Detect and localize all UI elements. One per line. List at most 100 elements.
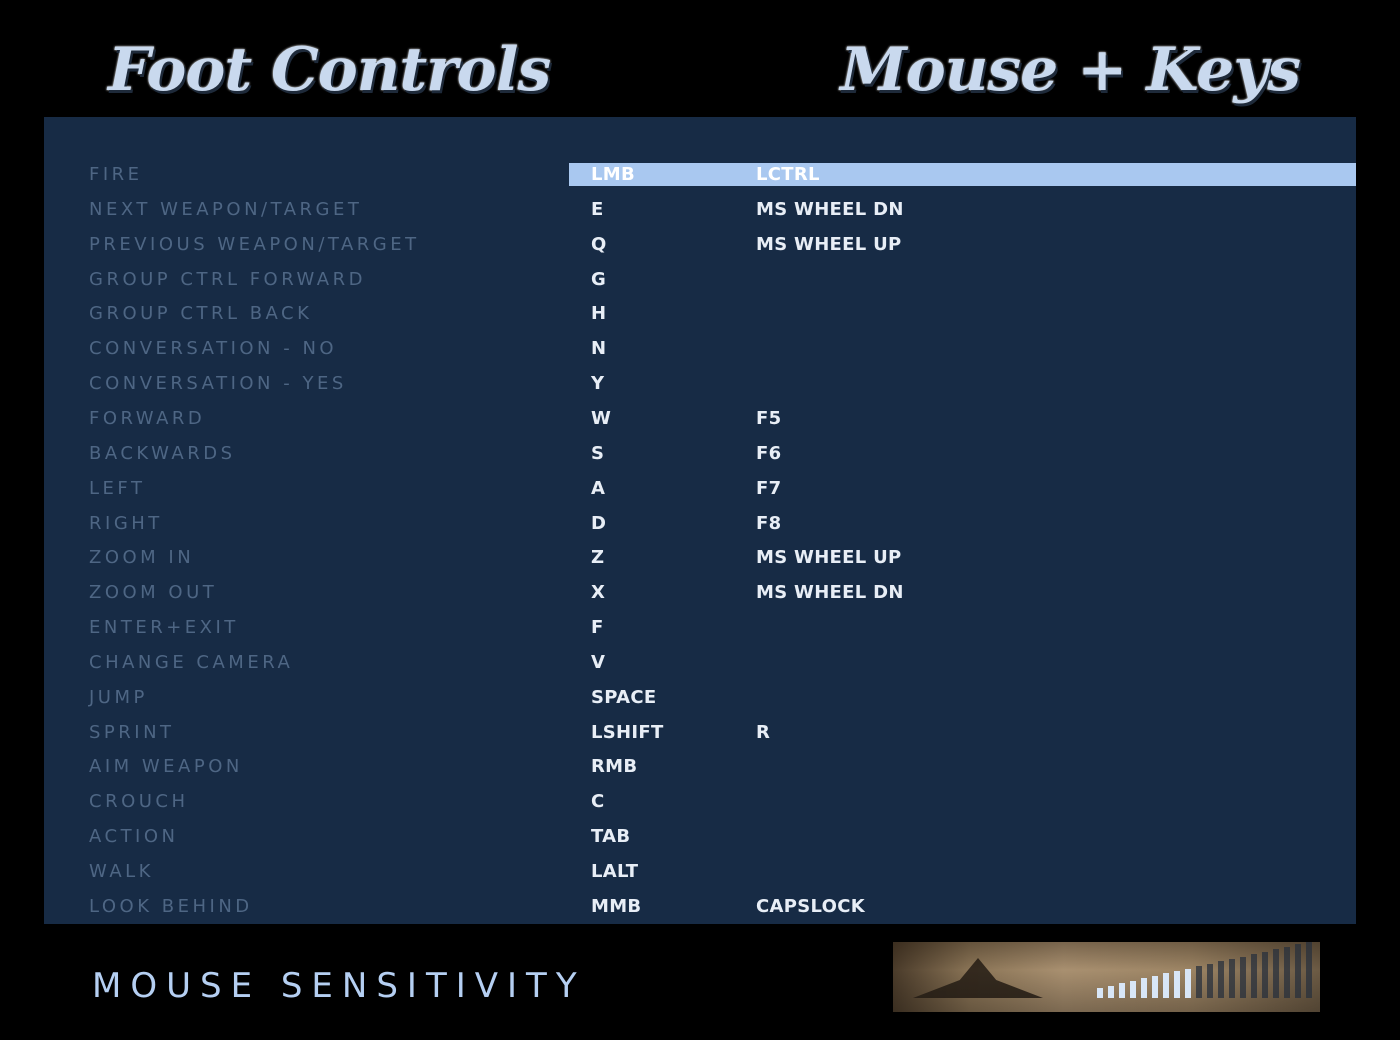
secondary-key-binding[interactable]: MS WHEEL UP (756, 227, 902, 262)
control-row[interactable]: ENTER+EXIT F (0, 610, 1356, 645)
control-action-label: AIM WEAPON (89, 756, 243, 778)
primary-key-binding[interactable]: E (591, 192, 604, 227)
control-action-label: FORWARD (89, 407, 206, 429)
primary-key-binding[interactable]: TAB (591, 819, 630, 854)
secondary-key-binding[interactable]: F5 (756, 401, 781, 436)
control-action-label: JUMP (89, 686, 148, 708)
control-action-label: NEXT WEAPON/TARGET (89, 198, 363, 220)
control-row[interactable]: FORWARD W F5 (0, 401, 1356, 436)
primary-key-binding[interactable]: Y (591, 366, 604, 401)
control-action-label: BACKWARDS (89, 442, 236, 464)
sensitivity-bar-empty (1295, 944, 1301, 998)
control-row[interactable]: LEFT A F7 (0, 471, 1356, 506)
primary-key-binding[interactable]: LMB (591, 157, 635, 192)
sensitivity-bar-filled (1174, 971, 1180, 998)
control-row[interactable]: WALK LALT (0, 854, 1356, 889)
control-row[interactable]: CONVERSATION - YES Y (0, 366, 1356, 401)
control-row[interactable]: AIM WEAPON RMB (0, 749, 1356, 784)
control-row[interactable]: ACTION TAB (0, 819, 1356, 854)
control-action-label: CROUCH (89, 791, 189, 813)
primary-key-binding[interactable]: G (591, 262, 606, 297)
primary-key-binding[interactable]: Z (591, 540, 604, 575)
secondary-key-binding[interactable]: CAPSLOCK (756, 889, 865, 924)
control-row[interactable]: FIRE LMB LCTRL (0, 157, 1356, 192)
sensitivity-bar-empty (1262, 951, 1268, 998)
primary-key-binding[interactable]: A (591, 471, 605, 506)
control-row[interactable]: CHANGE CAMERA V (0, 645, 1356, 680)
control-action-label: ENTER+EXIT (89, 617, 239, 639)
secondary-key-binding[interactable]: MS WHEEL UP (756, 540, 902, 575)
control-row[interactable]: LOOK BEHIND MMB CAPSLOCK (0, 889, 1356, 924)
control-row[interactable]: CROUCH C (0, 784, 1356, 819)
control-row[interactable]: CONVERSATION - NO N (0, 331, 1356, 366)
sensitivity-bar-empty (1207, 963, 1213, 998)
primary-key-binding[interactable]: MMB (591, 889, 641, 924)
primary-key-binding[interactable]: RMB (591, 749, 637, 784)
primary-key-binding[interactable]: S (591, 436, 604, 471)
secondary-key-binding[interactable]: R (756, 715, 770, 750)
sensitivity-bar-filled (1152, 975, 1158, 998)
mouse-sensitivity-label: MOUSE SENSITIVITY (92, 966, 586, 1006)
primary-key-binding[interactable]: H (591, 296, 606, 331)
sensitivity-bar-empty (1273, 949, 1279, 998)
control-action-label: GROUP CTRL BACK (89, 303, 313, 325)
secondary-key-binding[interactable]: MS WHEEL DN (756, 192, 904, 227)
primary-key-binding[interactable]: Q (591, 227, 607, 262)
control-action-label: CHANGE CAMERA (89, 651, 294, 673)
sensitivity-bar-filled (1097, 988, 1103, 998)
control-row[interactable]: PREVIOUS WEAPON/TARGET Q MS WHEEL UP (0, 227, 1356, 262)
sensitivity-bar-empty (1284, 946, 1290, 998)
primary-key-binding[interactable]: D (591, 506, 606, 541)
primary-key-binding[interactable]: W (591, 401, 611, 436)
control-row[interactable]: GROUP CTRL FORWARD G (0, 262, 1356, 297)
control-action-label: CONVERSATION - NO (89, 338, 338, 360)
sensitivity-bar-filled (1185, 968, 1191, 998)
secondary-key-binding[interactable]: MS WHEEL DN (756, 575, 904, 610)
primary-key-binding[interactable]: C (591, 784, 605, 819)
secondary-key-binding[interactable]: LCTRL (756, 157, 820, 192)
primary-key-binding[interactable]: F (591, 610, 604, 645)
selection-highlight (569, 163, 1356, 186)
sensitivity-bar-empty (1240, 956, 1246, 998)
page-title: Foot Controls (108, 35, 551, 105)
sensitivity-bar-empty (1196, 966, 1202, 998)
sensitivity-bar-filled (1163, 973, 1169, 998)
control-action-label: LOOK BEHIND (89, 895, 253, 917)
sensitivity-bar-empty (1251, 954, 1257, 998)
sensitivity-bar-filled (1108, 985, 1114, 998)
control-row[interactable]: NEXT WEAPON/TARGET E MS WHEEL DN (0, 192, 1356, 227)
sensitivity-bar-filled (1130, 980, 1136, 998)
control-action-label: ZOOM IN (89, 547, 195, 569)
primary-key-binding[interactable]: V (591, 645, 605, 680)
secondary-key-binding[interactable]: F7 (756, 471, 781, 506)
primary-key-binding[interactable]: SPACE (591, 680, 656, 715)
secondary-key-binding[interactable]: F8 (756, 506, 781, 541)
sensitivity-bar-empty (1229, 958, 1235, 998)
control-row[interactable]: BACKWARDS S F6 (0, 436, 1356, 471)
sensitivity-bar-filled (1141, 978, 1147, 998)
sensitivity-bar-empty (1306, 942, 1312, 998)
control-row[interactable]: RIGHT D F8 (0, 506, 1356, 541)
control-action-label: ACTION (89, 826, 179, 848)
primary-key-binding[interactable]: LSHIFT (591, 715, 664, 750)
control-action-label: GROUP CTRL FORWARD (89, 268, 366, 290)
control-action-label: SPRINT (89, 721, 175, 743)
primary-key-binding[interactable]: N (591, 331, 606, 366)
control-row[interactable]: ZOOM IN Z MS WHEEL UP (0, 540, 1356, 575)
control-row[interactable]: GROUP CTRL BACK H (0, 296, 1356, 331)
control-row[interactable]: ZOOM OUT X MS WHEEL DN (0, 575, 1356, 610)
controls-list: FIRE LMB LCTRL NEXT WEAPON/TARGET E MS WHEEL … (0, 157, 1356, 925)
primary-key-binding[interactable]: LALT (591, 854, 638, 889)
control-action-label: WALK (89, 861, 154, 882)
primary-key-binding[interactable]: X (591, 575, 605, 610)
mouse-sensitivity-slider[interactable] (1097, 942, 1317, 998)
control-row[interactable]: JUMP SPACE (0, 680, 1356, 715)
control-action-label: CONVERSATION - YES (89, 373, 347, 395)
control-row[interactable]: SPRINT LSHIFT R (0, 715, 1356, 750)
sensitivity-bar-empty (1218, 961, 1224, 998)
control-action-label: RIGHT (89, 512, 163, 534)
control-action-label: FIRE (89, 164, 143, 185)
control-scheme-title: Mouse + Keys (840, 35, 1301, 105)
control-action-label: PREVIOUS WEAPON/TARGET (89, 233, 420, 255)
secondary-key-binding[interactable]: F6 (756, 436, 781, 471)
